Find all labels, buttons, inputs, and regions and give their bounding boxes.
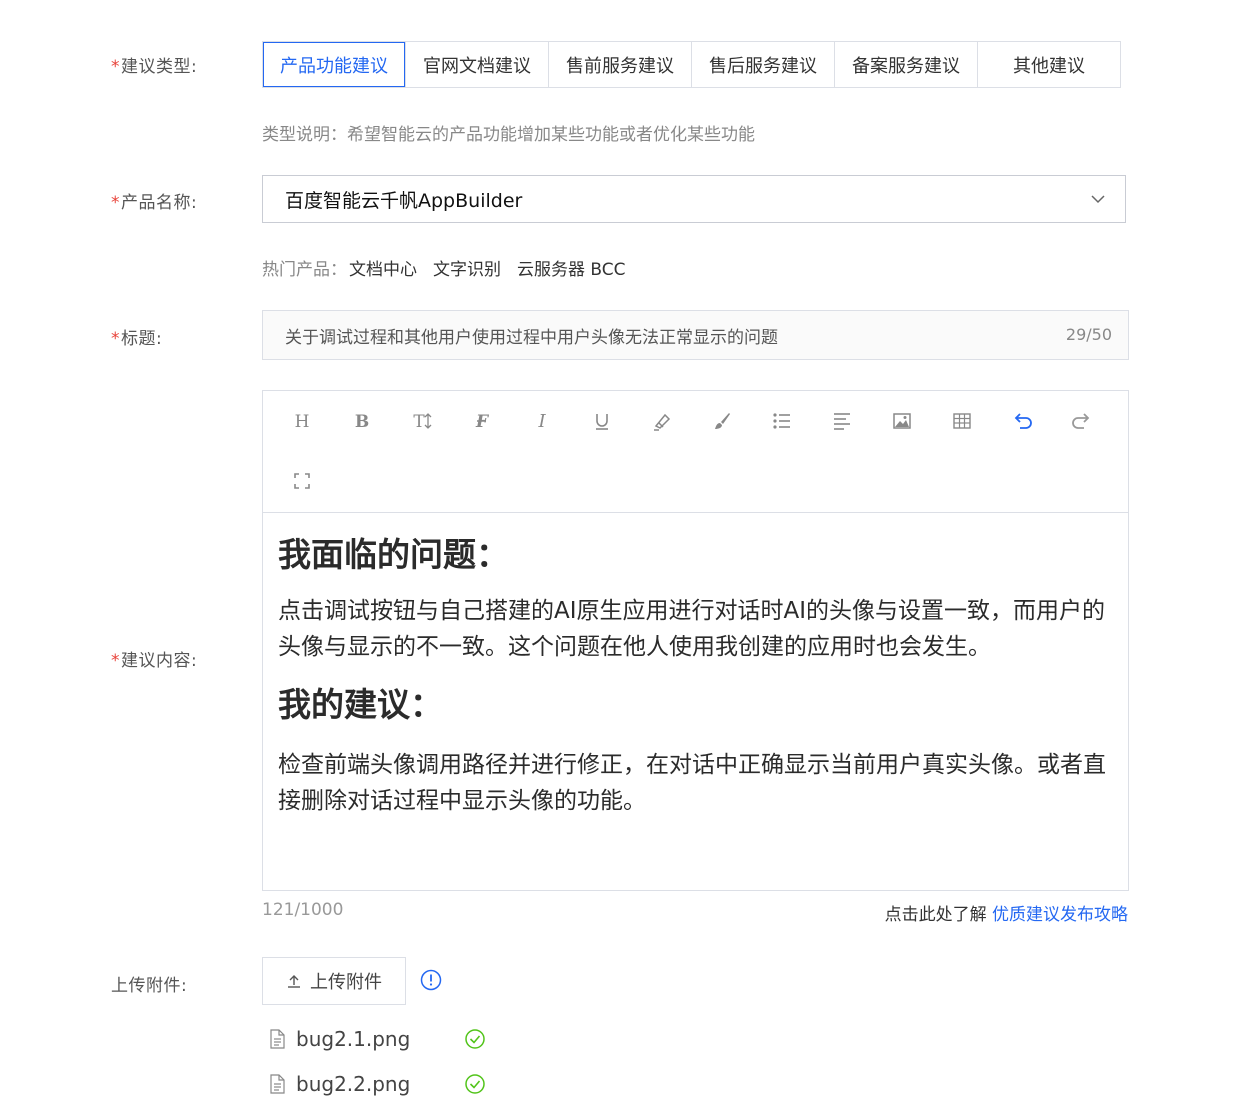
table-icon[interactable] <box>947 406 977 436</box>
info-icon[interactable] <box>420 969 442 991</box>
font-icon[interactable]: F <box>467 406 497 436</box>
italic-icon[interactable]: I <box>527 406 557 436</box>
svg-text:T: T <box>413 412 425 431</box>
hot-product-docs[interactable]: 文档中心 <box>349 260 417 280</box>
type-hint: 类型说明：希望智能云的产品功能增加某些功能或者优化某些功能 <box>262 125 755 145</box>
image-icon[interactable] <box>887 406 917 436</box>
product-label: *产品名称: <box>111 193 198 213</box>
editor-toolbar: H B T F I <box>263 391 1128 513</box>
rich-text-editor: H B T F I 我面临的问题： 点击调试按钮与自己搭建的AI原生应用进行对话… <box>262 390 1129 891</box>
chevron-down-icon <box>1091 195 1105 204</box>
fullscreen-icon[interactable] <box>287 466 317 496</box>
upload-icon <box>288 975 300 988</box>
hot-products-label: 热门产品： <box>262 260 347 280</box>
title-input-value: 关于调试过程和其他用户使用过程中用户头像无法正常显示的问题 <box>285 327 778 348</box>
bold-icon[interactable]: B <box>347 406 377 436</box>
undo-icon[interactable] <box>1007 406 1037 436</box>
hot-product-ocr[interactable]: 文字识别 <box>433 260 501 280</box>
type-option-product[interactable]: 产品功能建议 <box>263 42 405 87</box>
content-char-count: 121/1000 <box>262 900 344 920</box>
svg-text:B: B <box>355 412 369 431</box>
content-label: *建议内容: <box>111 651 198 671</box>
title-input[interactable]: 关于调试过程和其他用户使用过程中用户头像无法正常显示的问题 29/50 <box>262 310 1129 360</box>
file-item: bug2.2.png <box>268 1069 486 1099</box>
file-name[interactable]: bug2.2.png <box>296 1072 424 1096</box>
file-item: bug2.1.png <box>268 1024 486 1054</box>
success-check-icon <box>465 1029 485 1049</box>
guide-link[interactable]: 优质建议发布攻略 <box>992 905 1128 925</box>
underline-icon[interactable] <box>587 406 617 436</box>
redo-icon[interactable] <box>1067 406 1097 436</box>
content-heading-suggestion: 我的建议： <box>278 685 443 724</box>
list-icon[interactable] <box>767 406 797 436</box>
type-selector: 产品功能建议 官网文档建议 售前服务建议 售后服务建议 备案服务建议 其他建议 <box>262 41 1121 88</box>
heading-icon[interactable]: H <box>287 406 317 436</box>
success-check-icon <box>465 1074 485 1094</box>
upload-button[interactable]: 上传附件 <box>262 957 406 1005</box>
type-option-docs[interactable]: 官网文档建议 <box>405 42 548 87</box>
title-label: *标题: <box>111 329 163 349</box>
upload-button-label: 上传附件 <box>310 972 382 993</box>
text-size-icon[interactable]: T <box>407 406 437 436</box>
file-icon <box>270 1074 285 1094</box>
product-select[interactable]: 百度智能云千帆AppBuilder <box>262 175 1126 223</box>
highlight-icon[interactable] <box>647 406 677 436</box>
hot-product-bcc[interactable]: 云服务器 BCC <box>517 260 626 280</box>
product-select-value: 百度智能云千帆AppBuilder <box>285 189 523 212</box>
type-option-presales[interactable]: 售前服务建议 <box>548 42 691 87</box>
content-heading-problem: 我面临的问题： <box>278 535 509 574</box>
file-name[interactable]: bug2.1.png <box>296 1027 424 1051</box>
upload-label: 上传附件: <box>111 976 188 996</box>
type-label: *建议类型: <box>111 57 198 77</box>
hot-products: 热门产品： 文档中心 文字识别 云服务器 BCC <box>262 255 640 280</box>
guide-text: 点击此处了解 优质建议发布攻略 <box>885 900 1128 925</box>
type-option-aftersales[interactable]: 售后服务建议 <box>691 42 834 87</box>
title-char-count: 29/50 <box>1065 325 1112 344</box>
brush-icon[interactable] <box>707 406 737 436</box>
type-option-filing[interactable]: 备案服务建议 <box>834 42 977 87</box>
guide-prefix: 点击此处了解 <box>884 905 987 925</box>
content-paragraph-problem: 点击调试按钮与自己搭建的AI原生应用进行对话时AI的头像与设置一致，而用户的头像… <box>278 598 1106 660</box>
align-icon[interactable] <box>827 406 857 436</box>
file-icon <box>270 1029 285 1049</box>
editor-content[interactable]: 我面临的问题： 点击调试按钮与自己搭建的AI原生应用进行对话时AI的头像与设置一… <box>278 513 1108 819</box>
svg-text:H: H <box>295 412 310 431</box>
type-option-other[interactable]: 其他建议 <box>977 42 1120 87</box>
svg-text:I: I <box>537 411 546 431</box>
content-paragraph-suggestion: 检查前端头像调用路径并进行修正，在对话中正确显示当前用户真实头像。或者直接删除对… <box>278 752 1106 814</box>
